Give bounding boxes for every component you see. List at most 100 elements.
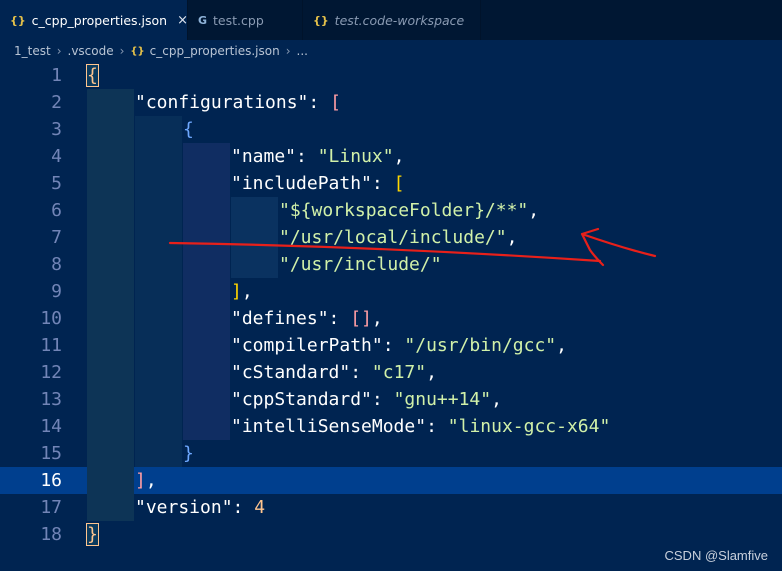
breadcrumb-item-file[interactable]: c_cpp_properties.json — [150, 44, 280, 58]
indent-guide — [87, 278, 134, 305]
code-line[interactable]: 6 "${workspaceFolder}/**", — [0, 197, 782, 224]
code-text: { — [183, 116, 194, 143]
code-text: "/usr/include/" — [279, 251, 442, 278]
code-text: "name": "Linux", — [231, 143, 404, 170]
indent-guide — [183, 386, 230, 413]
line-number: 18 — [40, 524, 62, 545]
indent-guide — [87, 440, 134, 467]
breadcrumb: 1_test › .vscode › {} c_cpp_properties.j… — [0, 40, 782, 62]
cpp-file-icon: G — [198, 13, 208, 27]
indent-guide — [87, 386, 134, 413]
root-brace: { — [86, 64, 99, 87]
indent-guide — [87, 197, 134, 224]
code-line[interactable]: 15} — [0, 440, 782, 467]
code-text: } — [86, 521, 99, 548]
code-text: ], — [231, 278, 253, 305]
indent-guide — [135, 143, 182, 170]
close-icon[interactable]: × — [177, 13, 188, 28]
code-line[interactable]: 17 "version": 4 — [0, 494, 782, 521]
indent-guide — [183, 170, 230, 197]
tab-test-cpp[interactable]: G test.cpp — [188, 0, 303, 40]
line-number: 15 — [40, 443, 62, 464]
json-bracket: [ — [330, 92, 341, 113]
line-number: 5 — [51, 173, 62, 194]
code-line[interactable]: 11 "compilerPath": "/usr/bin/gcc", — [0, 332, 782, 359]
code-editor[interactable]: 1{2 "configurations": [3{4 "name": "Linux"… — [0, 62, 782, 571]
indent-guide — [135, 116, 182, 143]
json-file-icon: {} — [313, 13, 329, 27]
json-string: "/usr/bin/gcc" — [404, 335, 557, 356]
line-number: 13 — [40, 389, 62, 410]
code-line[interactable]: 8 "/usr/include/" — [0, 251, 782, 278]
json-comma: , — [528, 200, 540, 221]
breadcrumb-item-1-test[interactable]: 1_test — [14, 44, 51, 58]
code-line[interactable]: 13 "cppStandard": "gnu++14", — [0, 386, 782, 413]
tab-test-code-workspace[interactable]: {} test.code-workspace — [303, 0, 481, 40]
json-bracket: [ — [393, 173, 405, 194]
json-key: "configurations" — [135, 92, 309, 113]
tab-label: test.code-workspace — [334, 12, 465, 28]
json-punctuation: : — [328, 308, 351, 329]
json-key: "compilerPath" — [231, 335, 383, 356]
json-comma: , — [491, 389, 502, 410]
code-line[interactable]: 16], — [0, 467, 782, 494]
watermark: CSDN @Slamfive — [664, 548, 769, 563]
json-punctuation: : — [296, 146, 318, 167]
chevron-right-icon: › — [285, 44, 291, 58]
indent-guide — [135, 224, 182, 251]
json-punctuation: : — [308, 92, 331, 113]
code-line[interactable]: 1{ — [0, 62, 782, 89]
indent-guide — [183, 251, 230, 278]
json-comma: , — [145, 470, 157, 491]
line-number: 1 — [51, 65, 62, 86]
code-line[interactable]: 5 "includePath": [ — [0, 170, 782, 197]
code-text: { — [86, 62, 99, 89]
indent-guide — [135, 170, 182, 197]
breadcrumb-item-more[interactable]: ... — [297, 44, 308, 58]
indent-guide — [183, 413, 230, 440]
code-text: "includePath": [ — [231, 170, 404, 197]
json-comma: , — [556, 335, 567, 356]
indent-guide — [87, 494, 134, 521]
code-line[interactable]: 18} — [0, 521, 782, 548]
json-bracket: [] — [350, 308, 372, 329]
json-string: "/usr/local/include/" — [279, 227, 507, 248]
code-line[interactable]: 2 "configurations": [ — [0, 89, 782, 116]
line-number: 11 — [40, 335, 62, 356]
code-line[interactable]: 10 "defines": [], — [0, 305, 782, 332]
code-text: "/usr/local/include/", — [279, 224, 517, 251]
json-string: "Linux" — [317, 146, 394, 167]
code-line[interactable]: 3{ — [0, 116, 782, 143]
line-number: 4 — [51, 146, 62, 167]
json-key: "cStandard" — [231, 362, 351, 383]
json-file-icon: {} — [130, 45, 145, 57]
code-text: ], — [135, 467, 157, 494]
indent-guide — [183, 278, 230, 305]
json-string: "linux-gcc-x64" — [447, 416, 611, 437]
json-bracket: } — [183, 443, 194, 464]
code-text: } — [183, 440, 194, 467]
line-number: 10 — [40, 308, 62, 329]
breadcrumb-item-vscode[interactable]: .vscode — [68, 44, 114, 58]
indent-guide — [87, 116, 134, 143]
tab-c-cpp-properties-json[interactable]: {} c_cpp_properties.json × — [0, 0, 188, 40]
indent-guide — [135, 440, 182, 467]
indent-guide — [135, 251, 182, 278]
json-key: "defines" — [231, 308, 329, 329]
indent-guide — [87, 224, 134, 251]
indent-guide — [231, 224, 278, 251]
indent-guide — [231, 197, 278, 224]
line-number: 7 — [51, 227, 62, 248]
code-line[interactable]: 9], — [0, 278, 782, 305]
code-line[interactable]: 12 "cStandard": "c17", — [0, 359, 782, 386]
json-comma: , — [426, 362, 437, 383]
code-line[interactable]: 14 "intelliSenseMode": "linux-gcc-x64" — [0, 413, 782, 440]
indent-guide — [135, 332, 182, 359]
indent-guide — [135, 305, 182, 332]
indent-guide — [87, 170, 134, 197]
json-comma: , — [241, 281, 253, 302]
code-line[interactable]: 4 "name": "Linux", — [0, 143, 782, 170]
json-bracket: { — [183, 119, 194, 140]
json-comma: , — [393, 146, 405, 167]
code-line[interactable]: 7 "/usr/local/include/", — [0, 224, 782, 251]
